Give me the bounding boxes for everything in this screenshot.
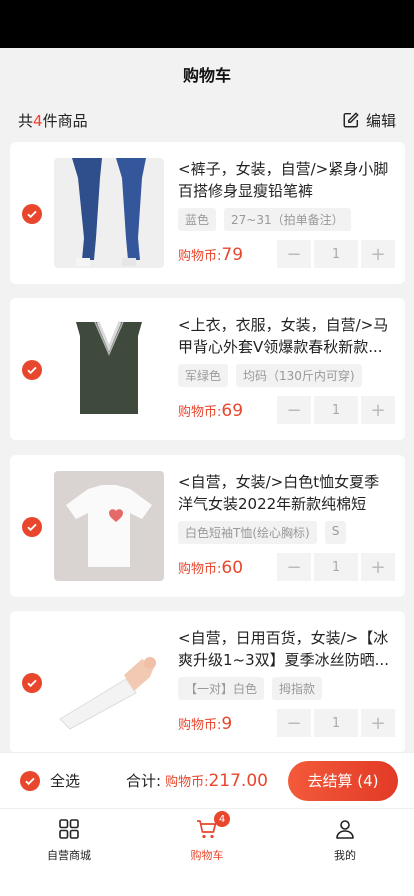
tab-label: 购物车 (190, 849, 224, 862)
item-checkbox[interactable] (22, 673, 42, 693)
price-value: 79 (221, 245, 244, 265)
item-title[interactable]: <上衣，衣服，女装，自营/>马甲背心外套V领爆款春秋新款... (178, 314, 392, 358)
quantity-stepper: − 1 + (277, 709, 395, 737)
spec-tag: 均码（130斤内可穿) (236, 364, 362, 387)
decrease-button[interactable]: − (277, 240, 311, 268)
edit-label: 编辑 (365, 111, 396, 130)
decrease-button[interactable]: − (277, 553, 311, 581)
check-icon (27, 366, 37, 375)
increase-button[interactable]: + (361, 553, 395, 581)
price-label: 购物币: (178, 249, 222, 264)
quantity-stepper: − 1 + (277, 553, 395, 581)
checkout-bar: 全选 合计: 购物币:217.00 去结算 (4) (0, 752, 414, 808)
count-prefix: 共 (18, 111, 34, 130)
item-specs: 军绿色 均码（130斤内可穿) (178, 364, 362, 387)
tab-mall[interactable]: 自营商城 (0, 809, 138, 896)
item-specs: 【一对】白色 拇指款 (178, 677, 323, 700)
tab-bar: 自营商城 4 购物车 我的 (0, 808, 414, 896)
select-all-label[interactable]: 全选 (50, 770, 80, 791)
item-price: 购物币:79 (178, 245, 243, 265)
spec-tag: 军绿色 (178, 364, 229, 387)
total-currency: 购物币: (165, 775, 209, 790)
cart-item: <自营，女装/>白色t恤女夏季洋气女装2022年新款纯棉短袖... 白色短袖T恤… (10, 455, 405, 597)
price-label: 购物币: (178, 562, 222, 577)
grid-icon (59, 819, 79, 839)
arm-sleeve-image[interactable] (54, 627, 164, 737)
count-suffix: 件商品 (42, 111, 88, 130)
quantity-stepper: − 1 + (277, 396, 395, 424)
total-amount: 217.00 (208, 771, 268, 791)
increase-button[interactable]: + (361, 396, 395, 424)
item-specs: 蓝色 27~31（拍单备注） (178, 208, 351, 231)
item-price: 购物币:9 (178, 714, 232, 734)
total-price: 合计: 购物币:217.00 (126, 770, 268, 791)
spec-tag: 拇指款 (272, 677, 323, 700)
quantity-stepper: − 1 + (277, 240, 395, 268)
price-label: 购物币: (178, 718, 222, 733)
check-icon (27, 523, 37, 532)
quantity-input[interactable]: 1 (314, 553, 358, 581)
tshirt-image[interactable] (54, 471, 164, 581)
spec-tag: 蓝色 (178, 208, 217, 231)
jeans-image[interactable] (54, 158, 164, 268)
tab-cart[interactable]: 4 购物车 (138, 809, 276, 896)
decrease-button[interactable]: − (277, 709, 311, 737)
quantity-input[interactable]: 1 (314, 240, 358, 268)
item-checkbox[interactable] (22, 517, 42, 537)
spec-tag: S (324, 521, 347, 544)
quantity-input[interactable]: 1 (314, 709, 358, 737)
cart-summary: 共4件商品 编辑 (0, 100, 414, 140)
increase-button[interactable]: + (361, 709, 395, 737)
vest-image[interactable] (54, 314, 164, 424)
increase-button[interactable]: + (361, 240, 395, 268)
check-icon (27, 210, 37, 219)
item-price: 购物币:60 (178, 558, 243, 578)
cart-item: <上衣，衣服，女装，自营/>马甲背心外套V领爆款春秋新款... 军绿色 均码（1… (10, 298, 405, 440)
edit-icon (343, 112, 359, 128)
item-count: 4 (33, 111, 43, 130)
checkout-button[interactable]: 去结算 (4) (288, 760, 398, 801)
quantity-input[interactable]: 1 (314, 396, 358, 424)
select-all-checkbox[interactable] (20, 770, 40, 791)
item-specs: 白色短袖T恤(绘心胸标) S (178, 521, 347, 544)
cart-item: <自营，日用百货，女装/>【冰爽升级1~3双】夏季冰丝防晒... 【一对】白色 … (10, 611, 405, 753)
item-title[interactable]: <自营，女装/>白色t恤女夏季洋气女装2022年新款纯棉短袖... (178, 471, 392, 515)
item-checkbox[interactable] (22, 360, 42, 380)
page-title: 购物车 (182, 66, 231, 85)
cart-badge: 4 (214, 811, 230, 827)
spec-tag: 27~31（拍单备注） (224, 208, 351, 231)
tab-profile[interactable]: 我的 (276, 809, 414, 896)
item-price: 购物币:69 (178, 401, 243, 421)
price-value: 9 (221, 714, 233, 734)
item-count-text: 共4件商品 (18, 110, 88, 131)
spec-tag: 【一对】白色 (178, 677, 265, 700)
spec-tag: 白色短袖T恤(绘心胸标) (178, 521, 317, 544)
price-value: 69 (221, 401, 244, 421)
item-title[interactable]: <裤子，女装，自营/>紧身小脚百搭修身显瘦铅笔裤 (178, 158, 392, 202)
decrease-button[interactable]: − (277, 396, 311, 424)
user-icon (336, 820, 354, 839)
item-title[interactable]: <自营，日用百货，女装/>【冰爽升级1~3双】夏季冰丝防晒... (178, 627, 392, 671)
tab-label: 自营商城 (47, 849, 91, 862)
tab-label: 我的 (334, 849, 356, 862)
check-icon (27, 679, 37, 688)
item-checkbox[interactable] (22, 204, 42, 224)
nav-bar: 购物车 (0, 48, 414, 100)
status-bar (0, 0, 414, 48)
price-value: 60 (221, 558, 244, 578)
cart-item: <裤子，女装，自营/>紧身小脚百搭修身显瘦铅笔裤 蓝色 27~31（拍单备注） … (10, 142, 405, 284)
edit-button[interactable]: 编辑 (342, 110, 396, 131)
check-icon (25, 777, 35, 785)
price-label: 购物币: (178, 405, 222, 420)
total-label: 合计: (126, 772, 162, 790)
